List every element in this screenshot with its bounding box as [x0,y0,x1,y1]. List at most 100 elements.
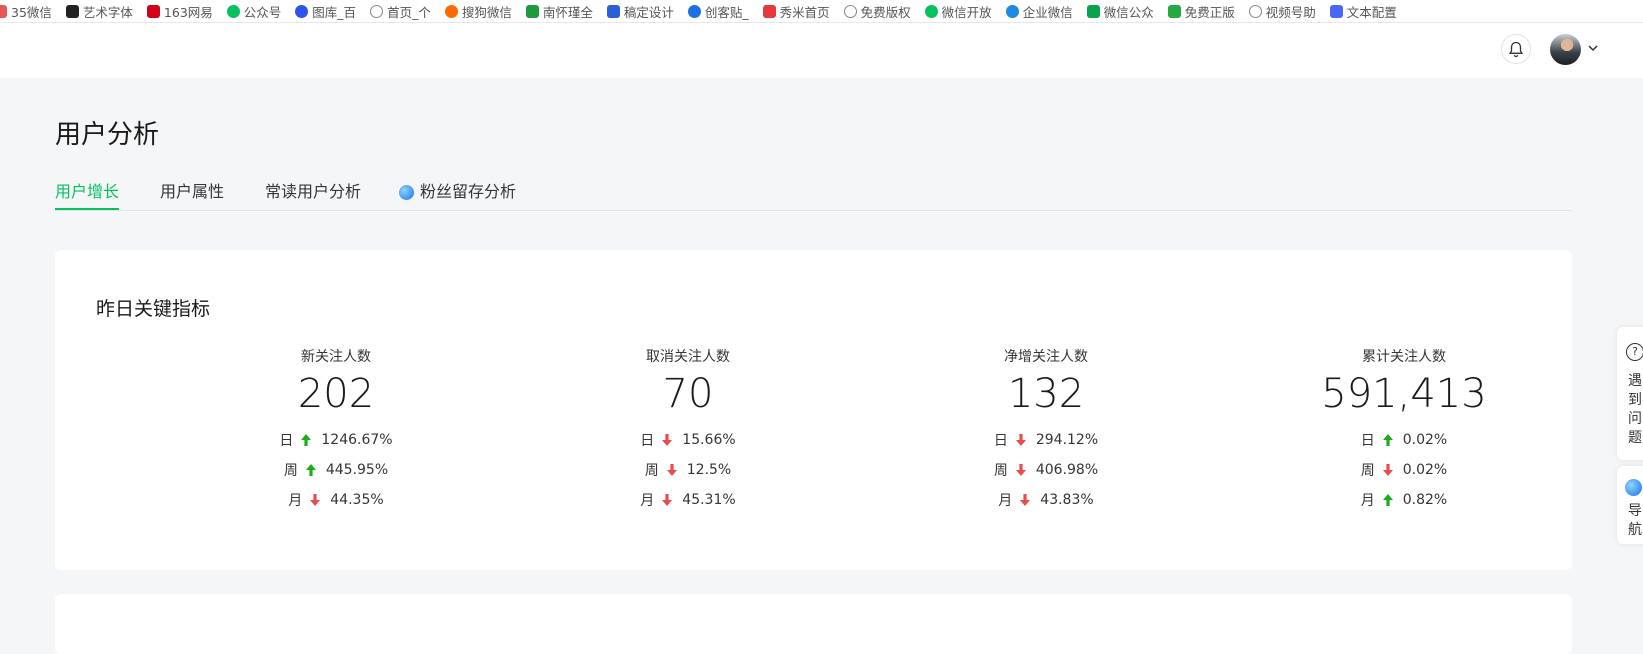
bookmark-item[interactable]: 秀米首页 [762,2,830,21]
bookmark-label: 文本配置 [1346,4,1397,20]
question-icon: ? [1626,343,1643,361]
period-label: 周 [644,463,659,479]
metric-change-row: 周 12.5% [558,455,818,485]
change-percent: 0.02% [1402,462,1448,478]
avatar[interactable] [1550,34,1581,65]
bookmark-label: 视频号助 [1265,4,1316,20]
bookmark-item[interactable]: 企业微信 [1005,2,1073,21]
bookmark-item[interactable]: 首页_个 [370,2,431,21]
arrow-up-icon [305,463,316,477]
help-float-button[interactable]: ? 遇 到 问 题 [1617,327,1643,460]
tab-frequent-readers[interactable]: 常读用户分析 [265,181,361,210]
nav-text-char: 导 [1628,503,1642,519]
nav-icon [1625,479,1642,496]
globe-icon [370,4,384,18]
bookmark-item[interactable]: 163网易 [146,2,213,21]
page-title: 用户分析 [55,120,160,150]
tab-fan-retention[interactable]: 粉丝留存分析 [399,181,516,210]
tab-user-growth[interactable]: 用户增长 [55,181,120,210]
bookmark-sogou-icon [444,4,458,18]
arrow-up-icon [301,433,312,447]
key-metrics-card: 昨日关键指标 新关注人数 202 日 1246.67% 周 445.95% 月 … [55,250,1572,570]
bookmark-gzh-icon [226,4,240,18]
period-label: 日 [993,433,1008,449]
bookmark-label: 创客贴_ [704,4,749,20]
metric-label: 净增关注人数 [1004,349,1088,365]
nav-float-button[interactable]: 导 航 [1617,466,1643,544]
period-label: 周 [993,463,1008,479]
fan-retention-icon [399,185,414,200]
period-label: 日 [640,433,655,449]
arrow-down-icon [1015,463,1026,477]
change-percent: 43.83% [1040,492,1094,508]
bookmark-96-icon [1086,4,1100,18]
change-percent: 1246.67% [321,432,393,448]
globe-icon [843,4,857,18]
change-percent: 0.02% [1402,432,1448,448]
period-label: 日 [1360,433,1375,449]
notification-button[interactable] [1501,34,1531,64]
help-text-char: 问 [1628,411,1642,427]
bell-icon [1508,41,1524,57]
help-text-char: 遇 [1628,373,1642,389]
metric-change-row: 月 0.82% [1274,485,1534,515]
bookmark-label: 搜狗微信 [461,4,512,20]
arrow-down-icon [1382,463,1393,477]
tab-label: 用户属性 [160,182,225,201]
help-text-char: 到 [1628,392,1642,408]
bookmark-label: 免费正版 [1184,4,1235,20]
bookmark-art-icon [65,4,79,18]
bookmark-item[interactable]: 35微信 [0,2,52,21]
bookmark-item[interactable]: 微信开放 [924,2,992,21]
metric-change-row: 周 0.02% [1274,455,1534,485]
bookmark-label: 南怀瑾全 [542,4,593,20]
bookmark-item[interactable]: 创客贴_ [687,2,749,21]
bookmark-item[interactable]: 视频号助 [1248,2,1316,21]
bookmark-item[interactable]: 搜狗微信 [444,2,512,21]
bookmark-item[interactable]: 公众号 [226,2,282,21]
bookmark-item[interactable]: 免费正版 [1167,2,1235,21]
bookmark-item[interactable]: 免费版权 [843,2,911,21]
arrow-down-icon [1015,433,1026,447]
metric-new-follows: 新关注人数 202 日 1246.67% 周 445.95% 月 44.35% [206,347,466,515]
metric-change-row: 日 294.12% [916,425,1176,455]
bookmark-163-icon [146,4,160,18]
bookmark-px-icon [1167,4,1181,18]
metric-label: 新关注人数 [301,349,371,365]
period-label: 月 [998,493,1013,509]
arrow-down-icon [662,493,673,507]
bookmark-item[interactable]: 文本配置 [1329,2,1397,21]
period-label: 周 [283,463,298,479]
bookmark-item[interactable]: 微信公众 [1086,2,1154,21]
change-percent: 44.35% [330,492,384,508]
bookmark-baidu-icon [295,4,309,18]
metric-value: 70 [662,371,714,417]
change-percent: 406.98% [1035,462,1099,478]
arrow-up-icon [1382,493,1393,507]
bookmark-item[interactable]: 艺术字体 [65,2,133,21]
bookmark-item[interactable]: 南怀瑾全 [525,2,593,21]
metric-value: 591,413 [1321,371,1487,417]
period-label: 月 [288,493,303,509]
metric-value: 202 [297,371,375,417]
period-label: 周 [1360,463,1375,479]
metric-change-row: 日 15.66% [558,425,818,455]
metric-change-row: 日 0.02% [1274,425,1534,455]
metric-change-row: 日 1246.67% [206,425,466,455]
bookmark-label: 公众号 [243,4,282,20]
next-card [55,594,1572,654]
tab-bar: 用户增长 用户属性 常读用户分析 粉丝留存分析 [55,181,1572,211]
bookmark-item[interactable]: 图库_百 [295,2,356,21]
bookmark-label: 微信开放 [941,4,992,20]
tab-user-attributes[interactable]: 用户属性 [160,181,224,210]
arrow-down-icon [310,493,321,507]
metric-change-row: 月 45.31% [558,485,818,515]
change-percent: 294.12% [1035,432,1099,448]
change-percent: 0.82% [1402,492,1448,508]
arrow-down-icon [662,433,673,447]
bookmark-item[interactable]: 稿定设计 [606,2,674,21]
bookmark-label: 首页_个 [387,4,431,20]
bookmark-text-icon [1329,4,1343,18]
chevron-down-icon[interactable] [1587,43,1599,53]
period-label: 月 [1360,493,1375,509]
